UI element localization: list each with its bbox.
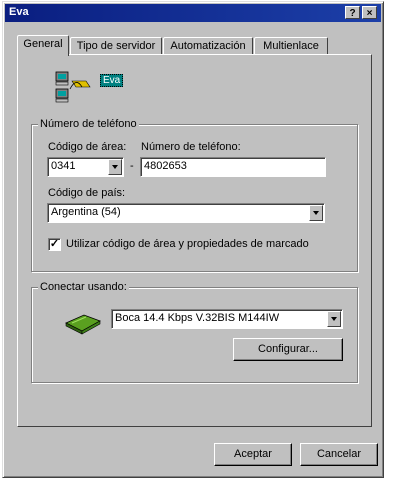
phone-number-group: Número de teléfono Código de área: 0341 … xyxy=(31,118,358,272)
country-code-label: Código de país: xyxy=(48,187,126,199)
country-code-value: Argentina (54) xyxy=(51,206,121,218)
area-code-label: Código de área: xyxy=(48,141,127,153)
close-button[interactable]: × xyxy=(362,6,377,19)
tab-multilink[interactable]: Multienlace xyxy=(254,37,328,55)
connection-name[interactable]: Eva xyxy=(100,74,124,87)
tab-automation[interactable]: Automatización xyxy=(163,37,253,55)
window-title: Eva xyxy=(9,6,29,18)
tab-server-type[interactable]: Tipo de servidor xyxy=(70,37,162,55)
area-code-value: 0341 xyxy=(51,160,76,172)
cancel-button[interactable]: Cancelar xyxy=(300,443,378,466)
use-area-code-label[interactable]: Utilizar código de área y propiedades de… xyxy=(66,238,309,250)
area-separator: - xyxy=(130,160,134,172)
chevron-down-icon[interactable] xyxy=(108,159,122,175)
modem-icon xyxy=(65,314,101,335)
configure-button[interactable]: Configurar... xyxy=(233,338,343,361)
area-code-select[interactable]: 0341 xyxy=(47,157,124,177)
connect-using-group: Conectar usando: xyxy=(31,281,358,383)
modem-value: Boca 14.4 Kbps V.32BIS M144IW xyxy=(115,312,280,324)
properties-window: Eva ? × General Tipo de servidor Automat… xyxy=(2,1,384,478)
use-area-code-checkbox[interactable]: ✓ xyxy=(48,238,61,251)
tab-general[interactable]: General xyxy=(17,35,69,56)
phone-number-label: Número de teléfono: xyxy=(141,141,241,153)
phone-group-legend: Número de teléfono xyxy=(38,118,139,130)
accept-button[interactable]: Aceptar xyxy=(214,443,292,466)
phone-number-input[interactable]: 4802653 xyxy=(140,157,326,177)
general-tab-panel: Eva Número de teléfono Código de área: 0… xyxy=(17,54,372,427)
help-button[interactable]: ? xyxy=(345,6,360,19)
chevron-down-icon[interactable] xyxy=(327,311,341,327)
country-code-select[interactable]: Argentina (54) xyxy=(47,203,325,223)
chevron-down-icon[interactable] xyxy=(309,205,323,221)
dialup-connection-icon xyxy=(55,71,91,103)
modem-select[interactable]: Boca 14.4 Kbps V.32BIS M144IW xyxy=(111,309,343,329)
title-bar[interactable]: Eva ? × xyxy=(5,4,381,22)
connect-group-legend: Conectar usando: xyxy=(38,281,129,293)
